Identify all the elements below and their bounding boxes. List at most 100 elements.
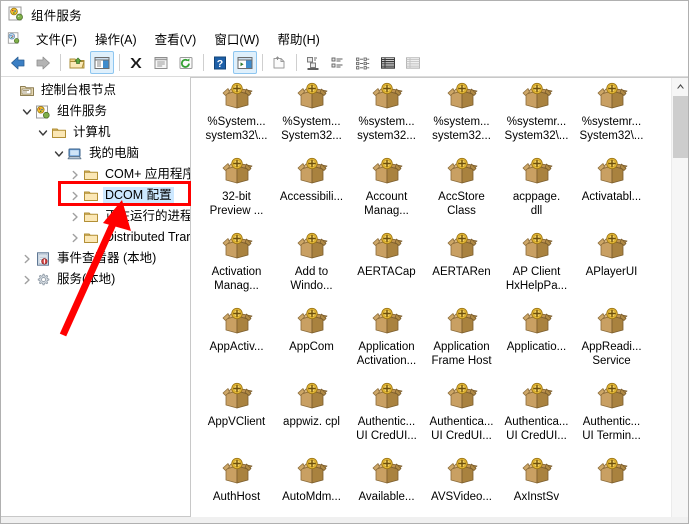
list-item-label-line1: AP Client: [499, 265, 574, 279]
list-item[interactable]: AutoMdm...: [274, 457, 349, 504]
list-item[interactable]: Accessibili...: [274, 157, 349, 204]
list-item[interactable]: Authentic...UI Termin...: [574, 382, 649, 443]
list-item-label-line1: Accessibili...: [274, 190, 349, 204]
refresh-button[interactable]: [174, 51, 198, 74]
separator-2: [119, 54, 120, 71]
tree-item-services-local[interactable]: 服务(本地): [1, 269, 190, 290]
menu-help[interactable]: 帮助(H): [268, 27, 328, 50]
tree-item-event-viewer[interactable]: 事件查看器 (本地): [1, 248, 190, 269]
list-item[interactable]: AERTARen: [424, 232, 499, 279]
console-tree-pane[interactable]: 控制台根节点组件服务计算机我的电脑COM+ 应用程序DCOM 配置正在运行的进程…: [1, 77, 191, 517]
list-item[interactable]: %systemr...System32\...: [499, 82, 574, 143]
list-item[interactable]: Activatabl...: [574, 157, 649, 204]
list-item[interactable]: APlayerUI: [574, 232, 649, 279]
list-item[interactable]: 32-bitPreview ...: [199, 157, 274, 218]
help-button[interactable]: ?: [208, 51, 232, 74]
menu-file[interactable]: 文件(F): [27, 27, 86, 50]
list-item[interactable]: AppReadi...Service: [574, 307, 649, 368]
list-item[interactable]: Add toWindo...: [274, 232, 349, 293]
delete-button[interactable]: [124, 51, 148, 74]
tree-item-dcom-config[interactable]: DCOM 配置: [1, 185, 190, 206]
tree-item-my-computer[interactable]: 我的电脑: [1, 143, 190, 164]
list-item-label-line2: Service: [574, 354, 649, 368]
list-item-label-line1: AVSVideo...: [424, 490, 499, 504]
chevron-right-icon[interactable]: [67, 230, 83, 246]
back-button[interactable]: [6, 51, 30, 74]
chevron-right-icon[interactable]: [19, 272, 35, 288]
list-item[interactable]: [574, 457, 649, 490]
list-item[interactable]: acppage.dll: [499, 157, 574, 218]
tree-item-computers[interactable]: 计算机: [1, 122, 190, 143]
separator-1: [60, 54, 61, 71]
list-item[interactable]: ActivationManag...: [199, 232, 274, 293]
view-details-button[interactable]: [376, 51, 400, 74]
view-large-icons-button[interactable]: [301, 51, 325, 74]
list-item[interactable]: AVSVideo...: [424, 457, 499, 504]
list-item[interactable]: AxInstSv: [499, 457, 574, 504]
list-item[interactable]: ApplicationFrame Host: [424, 307, 499, 368]
list-item[interactable]: Applicatio...: [499, 307, 574, 354]
vertical-scrollbar[interactable]: [671, 78, 688, 517]
tree-item-distributed-transaction[interactable]: Distributed Trar: [1, 227, 190, 248]
tree-item-console-root[interactable]: 控制台根节点: [1, 80, 190, 101]
show-hide-console-tree-button[interactable]: [90, 51, 114, 74]
chevron-down-icon[interactable]: [35, 125, 51, 141]
list-item[interactable]: AppCom: [274, 307, 349, 354]
menu-view[interactable]: 查看(V): [146, 27, 206, 50]
list-item-label-line2: UI CredUI...: [499, 429, 574, 443]
chevron-right-icon[interactable]: [19, 251, 35, 267]
tree-item-running-processes[interactable]: 正在运行的进程: [1, 206, 190, 227]
com-plus-package-icon: [446, 157, 478, 187]
scrollbar-thumb[interactable]: [673, 96, 688, 158]
list-item[interactable]: AuthHost: [199, 457, 274, 504]
list-item[interactable]: %System...system32\...: [199, 82, 274, 143]
view-extra-button[interactable]: [401, 51, 425, 74]
list-item[interactable]: AppActiv...: [199, 307, 274, 354]
list-item[interactable]: AppVClient: [199, 382, 274, 429]
list-item[interactable]: AERTACap: [349, 232, 424, 279]
list-item[interactable]: Authentica...UI CredUI...: [424, 382, 499, 443]
list-item[interactable]: AP ClientHxHelpPa...: [499, 232, 574, 293]
chevron-down-icon[interactable]: [51, 146, 67, 162]
chevron-right-icon[interactable]: [67, 188, 83, 204]
export-list-button[interactable]: [267, 51, 291, 74]
list-item[interactable]: Authentica...UI CredUI...: [499, 382, 574, 443]
properties-button[interactable]: [149, 51, 173, 74]
list-item[interactable]: %systemr...System32\...: [574, 82, 649, 143]
list-item[interactable]: %system...system32...: [349, 82, 424, 143]
com-plus-package-icon: [596, 382, 628, 412]
menu-window[interactable]: 窗口(W): [205, 27, 268, 50]
list-item[interactable]: Available...: [349, 457, 424, 504]
chevron-down-icon[interactable]: [19, 104, 35, 120]
icon-grid: %System...system32\...%System...System32…: [191, 78, 671, 517]
list-item[interactable]: AccStoreClass: [424, 157, 499, 218]
scroll-up-arrow-icon[interactable]: [672, 78, 688, 95]
menu-action[interactable]: 操作(A): [86, 27, 146, 50]
dcom-config-list-pane[interactable]: %System...system32\...%System...System32…: [191, 77, 688, 517]
list-item[interactable]: %system...system32...: [424, 82, 499, 143]
view-list-button[interactable]: [351, 51, 375, 74]
com-plus-package-icon: [371, 82, 403, 112]
tree-item-com-plus-applications[interactable]: COM+ 应用程序: [1, 164, 190, 185]
forward-button[interactable]: [31, 51, 55, 74]
view-small-icons-button[interactable]: [326, 51, 350, 74]
tree-item-component-services[interactable]: 组件服务: [1, 101, 190, 122]
com-plus-package-icon: [371, 457, 403, 487]
com-plus-package-icon: [221, 157, 253, 187]
up-one-level-button[interactable]: [65, 51, 89, 74]
component-services-icon: [35, 104, 51, 120]
chevron-right-icon[interactable]: [67, 209, 83, 225]
list-item[interactable]: ApplicationActivation...: [349, 307, 424, 368]
list-item-label-line1: Account: [349, 190, 424, 204]
com-plus-package-icon: [596, 307, 628, 337]
list-item-label-line2: UI Termin...: [574, 429, 649, 443]
list-item-label-line1: Application: [349, 340, 424, 354]
list-item[interactable]: %System...System32...: [274, 82, 349, 143]
list-item-label-line1: %system...: [424, 115, 499, 129]
chevron-right-icon[interactable]: [67, 167, 83, 183]
list-item[interactable]: AccountManag...: [349, 157, 424, 218]
list-item[interactable]: Authentic...UI CredUI...: [349, 382, 424, 443]
new-window-button[interactable]: [233, 51, 257, 74]
list-item-label-line1: acppage.: [499, 190, 574, 204]
list-item[interactable]: appwiz. cpl: [274, 382, 349, 429]
